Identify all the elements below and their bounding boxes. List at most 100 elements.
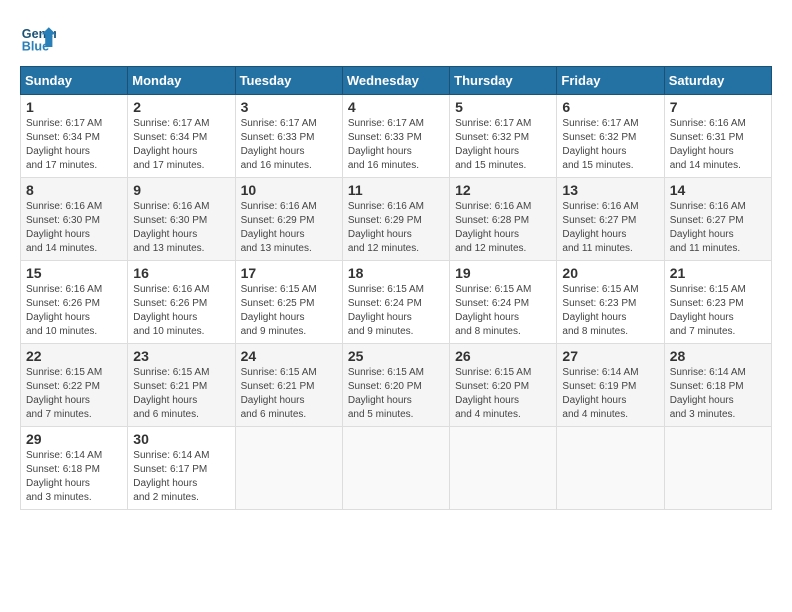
day-info: Sunrise: 6:15 AM Sunset: 6:23 PM Dayligh… bbox=[670, 283, 766, 339]
calendar-cell: 8 Sunrise: 6:16 AM Sunset: 6:30 PM Dayli… bbox=[21, 178, 128, 261]
day-number: 30 bbox=[133, 431, 229, 447]
calendar-cell: 5 Sunrise: 6:17 AM Sunset: 6:32 PM Dayli… bbox=[450, 95, 557, 178]
day-info: Sunrise: 6:16 AM Sunset: 6:31 PM Dayligh… bbox=[670, 117, 766, 173]
column-header-tuesday: Tuesday bbox=[235, 67, 342, 95]
calendar-cell: 21 Sunrise: 6:15 AM Sunset: 6:23 PM Dayl… bbox=[664, 261, 771, 344]
day-info: Sunrise: 6:16 AM Sunset: 6:30 PM Dayligh… bbox=[133, 200, 229, 256]
column-header-monday: Monday bbox=[128, 67, 235, 95]
calendar-cell: 24 Sunrise: 6:15 AM Sunset: 6:21 PM Dayl… bbox=[235, 344, 342, 427]
day-number: 7 bbox=[670, 99, 766, 115]
calendar-cell: 28 Sunrise: 6:14 AM Sunset: 6:18 PM Dayl… bbox=[664, 344, 771, 427]
day-info: Sunrise: 6:15 AM Sunset: 6:25 PM Dayligh… bbox=[241, 283, 337, 339]
calendar-cell: 9 Sunrise: 6:16 AM Sunset: 6:30 PM Dayli… bbox=[128, 178, 235, 261]
day-info: Sunrise: 6:17 AM Sunset: 6:32 PM Dayligh… bbox=[562, 117, 658, 173]
calendar-cell: 12 Sunrise: 6:16 AM Sunset: 6:28 PM Dayl… bbox=[450, 178, 557, 261]
day-info: Sunrise: 6:14 AM Sunset: 6:17 PM Dayligh… bbox=[133, 449, 229, 505]
day-number: 14 bbox=[670, 182, 766, 198]
day-number: 10 bbox=[241, 182, 337, 198]
day-info: Sunrise: 6:16 AM Sunset: 6:29 PM Dayligh… bbox=[241, 200, 337, 256]
calendar-cell: 20 Sunrise: 6:15 AM Sunset: 6:23 PM Dayl… bbox=[557, 261, 664, 344]
logo: General Blue bbox=[20, 20, 56, 56]
day-info: Sunrise: 6:16 AM Sunset: 6:28 PM Dayligh… bbox=[455, 200, 551, 256]
day-number: 25 bbox=[348, 348, 444, 364]
day-info: Sunrise: 6:16 AM Sunset: 6:29 PM Dayligh… bbox=[348, 200, 444, 256]
calendar-cell: 2 Sunrise: 6:17 AM Sunset: 6:34 PM Dayli… bbox=[128, 95, 235, 178]
calendar-cell: 23 Sunrise: 6:15 AM Sunset: 6:21 PM Dayl… bbox=[128, 344, 235, 427]
day-number: 1 bbox=[26, 99, 122, 115]
day-number: 20 bbox=[562, 265, 658, 281]
calendar-cell bbox=[235, 427, 342, 510]
calendar-table: SundayMondayTuesdayWednesdayThursdayFrid… bbox=[20, 66, 772, 510]
day-info: Sunrise: 6:17 AM Sunset: 6:34 PM Dayligh… bbox=[26, 117, 122, 173]
svg-text:Blue: Blue bbox=[22, 40, 49, 54]
calendar-cell: 10 Sunrise: 6:16 AM Sunset: 6:29 PM Dayl… bbox=[235, 178, 342, 261]
day-number: 12 bbox=[455, 182, 551, 198]
calendar-cell: 3 Sunrise: 6:17 AM Sunset: 6:33 PM Dayli… bbox=[235, 95, 342, 178]
day-info: Sunrise: 6:16 AM Sunset: 6:27 PM Dayligh… bbox=[670, 200, 766, 256]
calendar-cell: 30 Sunrise: 6:14 AM Sunset: 6:17 PM Dayl… bbox=[128, 427, 235, 510]
day-number: 29 bbox=[26, 431, 122, 447]
day-number: 23 bbox=[133, 348, 229, 364]
day-number: 27 bbox=[562, 348, 658, 364]
day-number: 3 bbox=[241, 99, 337, 115]
day-info: Sunrise: 6:14 AM Sunset: 6:18 PM Dayligh… bbox=[670, 366, 766, 422]
day-number: 13 bbox=[562, 182, 658, 198]
calendar-cell: 16 Sunrise: 6:16 AM Sunset: 6:26 PM Dayl… bbox=[128, 261, 235, 344]
calendar-cell: 29 Sunrise: 6:14 AM Sunset: 6:18 PM Dayl… bbox=[21, 427, 128, 510]
day-info: Sunrise: 6:17 AM Sunset: 6:34 PM Dayligh… bbox=[133, 117, 229, 173]
calendar-cell: 17 Sunrise: 6:15 AM Sunset: 6:25 PM Dayl… bbox=[235, 261, 342, 344]
day-info: Sunrise: 6:16 AM Sunset: 6:26 PM Dayligh… bbox=[26, 283, 122, 339]
calendar-cell bbox=[557, 427, 664, 510]
day-number: 21 bbox=[670, 265, 766, 281]
calendar-cell: 14 Sunrise: 6:16 AM Sunset: 6:27 PM Dayl… bbox=[664, 178, 771, 261]
day-number: 19 bbox=[455, 265, 551, 281]
day-info: Sunrise: 6:16 AM Sunset: 6:30 PM Dayligh… bbox=[26, 200, 122, 256]
column-header-wednesday: Wednesday bbox=[342, 67, 449, 95]
logo-icon: General Blue bbox=[20, 20, 56, 56]
page-header: General Blue bbox=[20, 20, 772, 56]
calendar-header-row: SundayMondayTuesdayWednesdayThursdayFrid… bbox=[21, 67, 772, 95]
calendar-cell: 7 Sunrise: 6:16 AM Sunset: 6:31 PM Dayli… bbox=[664, 95, 771, 178]
calendar-week-4: 22 Sunrise: 6:15 AM Sunset: 6:22 PM Dayl… bbox=[21, 344, 772, 427]
day-info: Sunrise: 6:17 AM Sunset: 6:33 PM Dayligh… bbox=[348, 117, 444, 173]
calendar-cell: 27 Sunrise: 6:14 AM Sunset: 6:19 PM Dayl… bbox=[557, 344, 664, 427]
day-number: 8 bbox=[26, 182, 122, 198]
calendar-cell bbox=[450, 427, 557, 510]
day-info: Sunrise: 6:14 AM Sunset: 6:19 PM Dayligh… bbox=[562, 366, 658, 422]
calendar-cell bbox=[664, 427, 771, 510]
day-info: Sunrise: 6:15 AM Sunset: 6:22 PM Dayligh… bbox=[26, 366, 122, 422]
day-number: 6 bbox=[562, 99, 658, 115]
calendar-week-5: 29 Sunrise: 6:14 AM Sunset: 6:18 PM Dayl… bbox=[21, 427, 772, 510]
day-info: Sunrise: 6:16 AM Sunset: 6:26 PM Dayligh… bbox=[133, 283, 229, 339]
day-number: 28 bbox=[670, 348, 766, 364]
day-number: 11 bbox=[348, 182, 444, 198]
day-number: 2 bbox=[133, 99, 229, 115]
day-info: Sunrise: 6:15 AM Sunset: 6:24 PM Dayligh… bbox=[455, 283, 551, 339]
column-header-sunday: Sunday bbox=[21, 67, 128, 95]
day-number: 9 bbox=[133, 182, 229, 198]
day-number: 18 bbox=[348, 265, 444, 281]
calendar-week-3: 15 Sunrise: 6:16 AM Sunset: 6:26 PM Dayl… bbox=[21, 261, 772, 344]
calendar-cell: 25 Sunrise: 6:15 AM Sunset: 6:20 PM Dayl… bbox=[342, 344, 449, 427]
calendar-cell: 15 Sunrise: 6:16 AM Sunset: 6:26 PM Dayl… bbox=[21, 261, 128, 344]
day-info: Sunrise: 6:15 AM Sunset: 6:23 PM Dayligh… bbox=[562, 283, 658, 339]
day-number: 24 bbox=[241, 348, 337, 364]
day-info: Sunrise: 6:15 AM Sunset: 6:21 PM Dayligh… bbox=[241, 366, 337, 422]
day-number: 15 bbox=[26, 265, 122, 281]
day-number: 16 bbox=[133, 265, 229, 281]
day-number: 26 bbox=[455, 348, 551, 364]
calendar-cell: 19 Sunrise: 6:15 AM Sunset: 6:24 PM Dayl… bbox=[450, 261, 557, 344]
calendar-cell: 26 Sunrise: 6:15 AM Sunset: 6:20 PM Dayl… bbox=[450, 344, 557, 427]
day-info: Sunrise: 6:15 AM Sunset: 6:24 PM Dayligh… bbox=[348, 283, 444, 339]
column-header-friday: Friday bbox=[557, 67, 664, 95]
day-number: 5 bbox=[455, 99, 551, 115]
day-info: Sunrise: 6:15 AM Sunset: 6:20 PM Dayligh… bbox=[348, 366, 444, 422]
calendar-cell bbox=[342, 427, 449, 510]
calendar-cell: 4 Sunrise: 6:17 AM Sunset: 6:33 PM Dayli… bbox=[342, 95, 449, 178]
calendar-cell: 13 Sunrise: 6:16 AM Sunset: 6:27 PM Dayl… bbox=[557, 178, 664, 261]
day-number: 17 bbox=[241, 265, 337, 281]
column-header-thursday: Thursday bbox=[450, 67, 557, 95]
day-number: 22 bbox=[26, 348, 122, 364]
day-info: Sunrise: 6:14 AM Sunset: 6:18 PM Dayligh… bbox=[26, 449, 122, 505]
calendar-week-1: 1 Sunrise: 6:17 AM Sunset: 6:34 PM Dayli… bbox=[21, 95, 772, 178]
